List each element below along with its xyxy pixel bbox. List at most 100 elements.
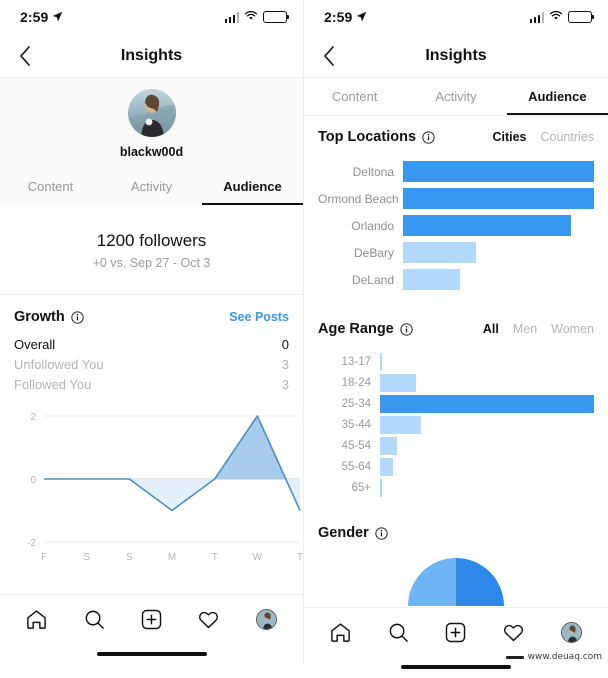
stat-label: Overall — [14, 336, 56, 352]
followers-comparison: +0 vs. Sep 27 - Oct 3 — [92, 256, 211, 270]
bar-fill — [380, 479, 383, 497]
nav-home-button[interactable] — [326, 617, 356, 647]
bar-row: DeLand — [318, 269, 594, 290]
nav-profile-button[interactable] — [556, 617, 586, 647]
bottom-nav-right — [304, 607, 608, 678]
bar-label: Ormond Beach — [318, 191, 399, 206]
bar-fill — [403, 188, 594, 209]
segment-countries[interactable]: Countries — [541, 130, 595, 144]
watermark-dash-icon — [505, 655, 524, 659]
svg-text:0: 0 — [30, 475, 36, 486]
svg-text:W: W — [253, 552, 263, 563]
nav-home-button[interactable] — [22, 604, 52, 634]
bar-fill — [380, 437, 398, 455]
age-range-title-group: Age Range — [318, 321, 413, 337]
nav-profile-button[interactable] — [251, 604, 281, 634]
tab-audience[interactable]: Audience — [202, 168, 303, 205]
nav-activity-button[interactable] — [194, 604, 224, 634]
home-icon — [331, 622, 351, 642]
insights-tabs-right: Content Activity Audience — [304, 78, 608, 115]
bar-fill — [380, 395, 594, 413]
bar-label: 13-17 — [341, 355, 371, 368]
tab-content[interactable]: Content — [0, 168, 101, 205]
profile-avatar-icon — [255, 608, 277, 630]
segment-all[interactable]: All — [483, 322, 499, 336]
status-time: 2:59 — [324, 9, 353, 25]
profile-block: blackw00d Content Activity Audience — [0, 78, 303, 205]
growth-title: Growth — [14, 309, 65, 325]
cellular-signal-icon — [529, 11, 544, 23]
bar-fill — [403, 161, 594, 182]
bar-label: 18-24 — [341, 376, 371, 389]
bar-track — [403, 242, 594, 263]
tab-activity[interactable]: Activity — [405, 78, 506, 115]
info-circle-icon[interactable] — [400, 322, 413, 336]
followers-summary: 1200 followers +0 vs. Sep 27 - Oct 3 — [0, 205, 303, 295]
gender-title-group: Gender — [318, 525, 388, 541]
nav-header-left: Insights — [0, 34, 303, 78]
tab-content[interactable]: Content — [304, 78, 405, 115]
page-title: Insights — [120, 46, 183, 64]
growth-title-group: Growth — [14, 309, 84, 325]
tab-audience[interactable]: Audience — [506, 78, 608, 115]
bar-row: 35-44 — [318, 416, 594, 434]
bar-label: 65+ — [351, 481, 371, 494]
svg-text:S: S — [83, 552, 90, 563]
profile-avatar — [127, 89, 176, 137]
info-circle-icon[interactable] — [422, 130, 435, 144]
bar-row: 65+ — [318, 479, 594, 497]
location-arrow-icon — [356, 9, 367, 25]
segment-men[interactable]: Men — [513, 322, 537, 336]
left-phone-screen: 2:59 Insights blackw00d Content Activity… — [0, 0, 304, 665]
back-button[interactable] — [316, 43, 342, 69]
gender-header: Gender — [318, 512, 594, 543]
bar-track — [380, 458, 594, 476]
gender-chart — [318, 543, 594, 607]
gender-section: Gender — [304, 512, 608, 607]
svg-text:S: S — [126, 552, 133, 563]
bar-label: 45-54 — [341, 439, 371, 452]
bar-fill — [403, 215, 572, 236]
stat-value: 0 — [281, 336, 289, 352]
nav-activity-button[interactable] — [499, 617, 529, 647]
watermark: www.deuaq.com — [505, 652, 602, 662]
tab-activity[interactable]: Activity — [101, 168, 202, 205]
chevron-left-icon — [324, 45, 334, 66]
profile-avatar-icon — [560, 621, 582, 643]
wifi-icon — [549, 8, 563, 26]
back-button[interactable] — [12, 43, 38, 69]
info-circle-icon[interactable] — [71, 310, 84, 324]
nav-add-post-button[interactable] — [136, 604, 166, 634]
svg-text:F: F — [41, 552, 47, 563]
home-indicator — [96, 652, 207, 656]
bar-track — [403, 161, 594, 182]
bar-label: 55-64 — [341, 460, 371, 473]
nav-add-post-button[interactable] — [441, 617, 471, 647]
bar-fill — [380, 353, 382, 371]
heart-icon — [199, 611, 219, 628]
bar-track — [380, 479, 594, 497]
info-circle-icon[interactable] — [375, 526, 388, 540]
segment-cities[interactable]: Cities — [492, 130, 526, 144]
bar-fill — [403, 269, 461, 290]
stat-value: 3 — [281, 376, 289, 392]
stat-value: 3 — [281, 356, 289, 372]
bar-row: Orlando — [318, 215, 594, 236]
bar-row: Ormond Beach — [318, 188, 594, 209]
see-posts-link[interactable]: See Posts — [229, 310, 289, 324]
top-locations-section: Top Locations Cities Countries Deltona Or… — [304, 116, 608, 308]
segment-women[interactable]: Women — [551, 322, 594, 336]
age-range-header: Age Range All Men Women — [318, 308, 594, 339]
nav-search-button[interactable] — [79, 604, 109, 634]
nav-search-button[interactable] — [383, 617, 413, 647]
tab-bar-left — [0, 595, 303, 643]
avatar[interactable] — [127, 89, 176, 137]
add-post-icon — [141, 609, 162, 629]
bar-fill — [380, 458, 393, 476]
status-time-group: 2:59 — [20, 9, 63, 25]
bottom-nav-left — [0, 594, 303, 665]
bar-row: DeBary — [318, 242, 594, 263]
growth-header: Growth See Posts — [14, 295, 289, 334]
bar-fill — [380, 374, 417, 392]
age-range-section: Age Range All Men Women 13-17 18-24 25-34 3… — [304, 308, 608, 512]
